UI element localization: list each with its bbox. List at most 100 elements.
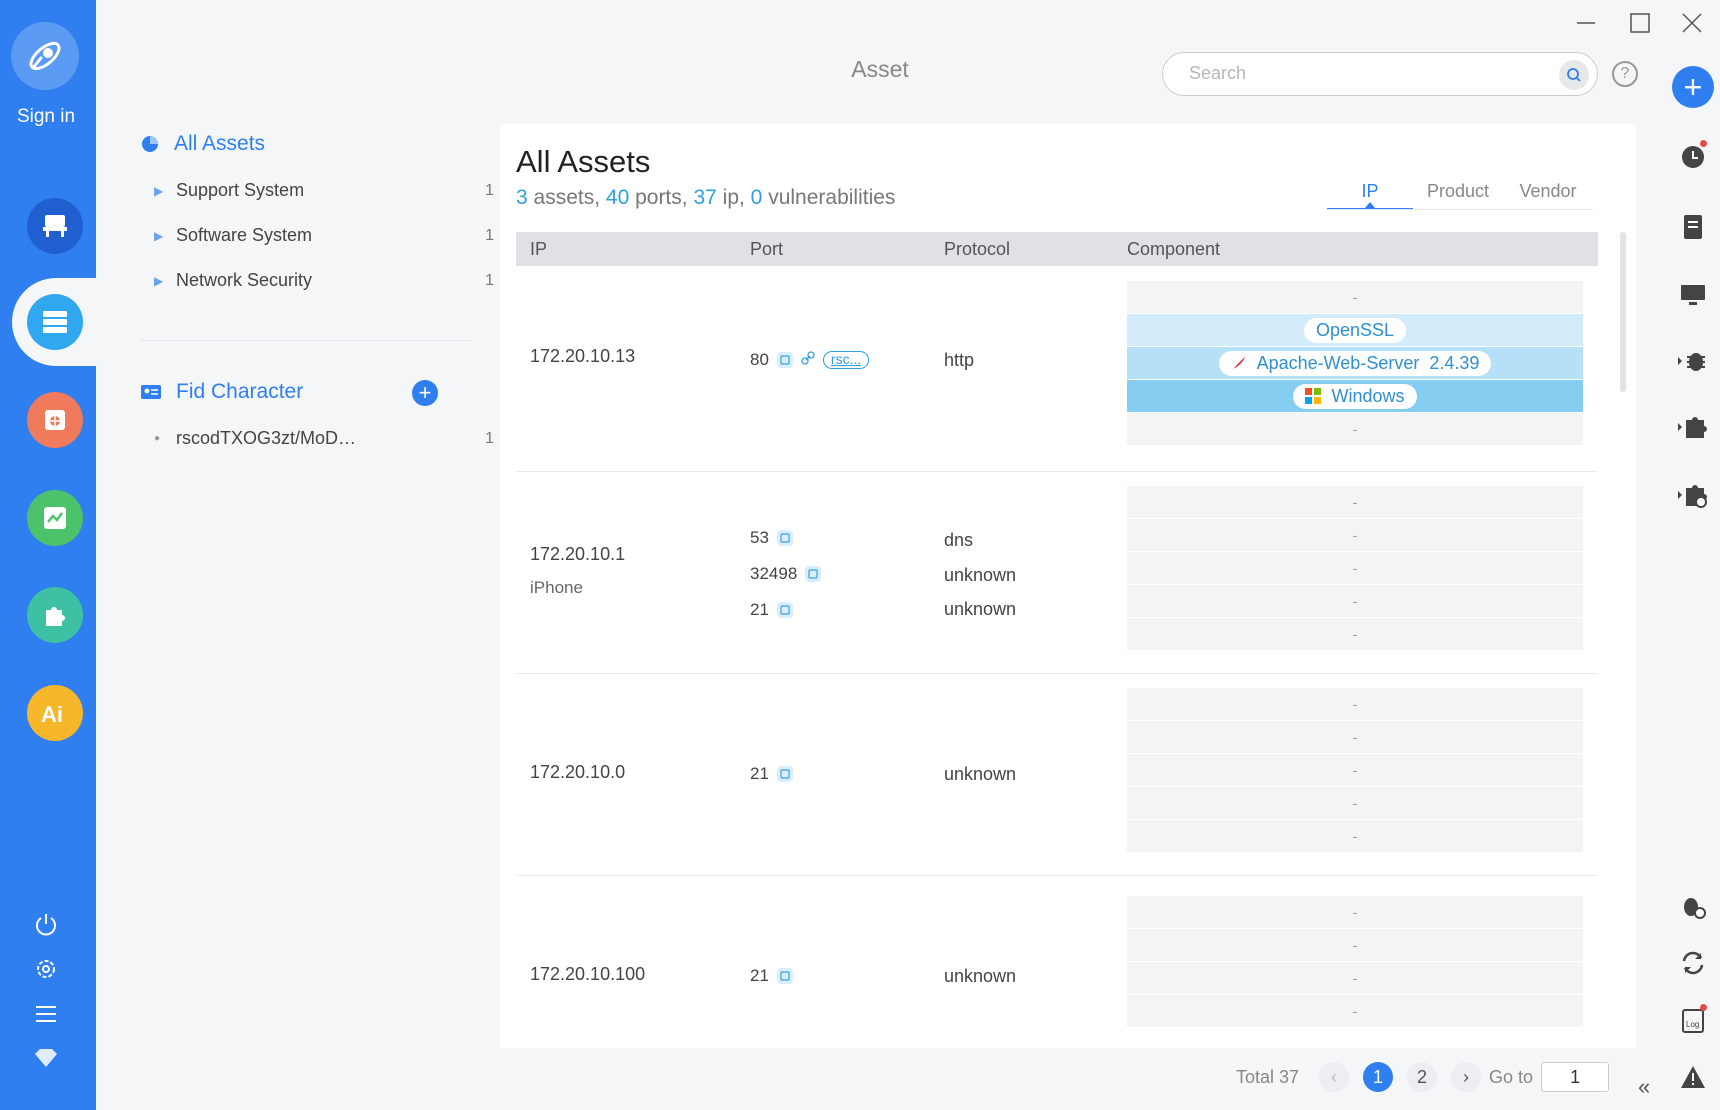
link-icon[interactable] (801, 350, 815, 370)
add-fid-button[interactable]: + (412, 380, 438, 406)
bullet-icon: ● (154, 433, 161, 444)
pie-icon (142, 136, 158, 152)
desk-icon[interactable] (27, 198, 83, 254)
puzzle-icon[interactable] (27, 587, 83, 643)
page-2-button[interactable]: 2 (1407, 1062, 1438, 1092)
next-page-icon[interactable]: › (1451, 1062, 1482, 1092)
history-icon[interactable] (1678, 140, 1708, 172)
refresh-icon[interactable] (1678, 948, 1708, 978)
component-empty: - (1127, 962, 1583, 995)
sidebar-item-label: Support System (176, 180, 305, 200)
component-apache[interactable]: Apache-Web-Server 2.4.39 (1127, 347, 1583, 380)
maximize-icon[interactable] (1620, 8, 1660, 38)
all-assets-nav[interactable]: All Assets (140, 132, 265, 156)
tab-product[interactable]: Product (1413, 178, 1503, 210)
table-scrollbar[interactable] (1620, 232, 1626, 392)
sidebar-item-support-system[interactable]: ▶ Support System 1 (154, 180, 494, 201)
table-row[interactable]: 172.20.10.100 21 unknown - - - - (516, 876, 1598, 1048)
tab-underline (1327, 209, 1593, 210)
component-empty: - (1127, 721, 1583, 754)
collapse-icon[interactable]: « (1638, 1074, 1650, 1100)
bug-icon[interactable] (27, 392, 83, 448)
goto-label: Go to (1489, 1066, 1534, 1087)
svg-text:Log: Log (1686, 1020, 1699, 1029)
diamond-icon[interactable] (24, 1038, 68, 1078)
port-detail-icon[interactable] (776, 968, 793, 984)
fid-item[interactable]: ● rscodTXOG3zt/MoD… 1 (154, 428, 494, 449)
sidebar-item-count: 1 (485, 271, 494, 289)
port-detail-icon[interactable] (776, 766, 793, 782)
plugin-icon[interactable] (1678, 412, 1708, 442)
sidebar-divider (140, 340, 470, 341)
component-pill: OpenSSL (1303, 317, 1407, 343)
bug-tool-icon[interactable] (1678, 346, 1708, 376)
expand-arrow-icon[interactable]: ▶ (154, 274, 176, 288)
stat-ports: 40 (605, 186, 630, 209)
document-icon[interactable] (1678, 212, 1708, 242)
search-icon[interactable] (1559, 60, 1589, 90)
row-ip: 172.20.10.13 (530, 346, 636, 366)
goto-page-input[interactable] (1541, 1062, 1610, 1092)
sidebar-item-label: Network Security (176, 270, 313, 290)
menu-icon[interactable] (24, 994, 68, 1034)
stat-vulns: 0 (750, 186, 763, 209)
component-windows[interactable]: Windows (1127, 380, 1583, 413)
warning-icon[interactable] (1678, 1062, 1708, 1092)
component-name: Windows (1331, 385, 1405, 406)
port-detail-icon[interactable] (805, 566, 822, 582)
page-1-button[interactable]: 1 (1363, 1062, 1394, 1092)
expand-arrow-icon[interactable]: ▶ (154, 229, 176, 243)
feather-icon (1232, 357, 1245, 369)
chart-icon[interactable] (27, 490, 83, 546)
component-openssl[interactable]: OpenSSL (1127, 314, 1583, 347)
view-tabs: IP Product Vendor (1327, 178, 1593, 210)
table-row[interactable]: 172.20.10.1 iPhone 53 dns 32498 unknown … (516, 472, 1598, 674)
stat-assets-label: assets, (527, 186, 606, 209)
left-rail: Sign in Ai (0, 0, 122, 1110)
port-detail-icon[interactable] (776, 352, 793, 368)
table-row[interactable]: 172.20.10.13 80 rsc... http - OpenSSL Ap… (516, 266, 1598, 472)
help-icon[interactable]: ? (1612, 61, 1638, 87)
port-detail-icon[interactable] (776, 530, 793, 546)
expand-arrow-icon[interactable]: ▶ (154, 184, 176, 198)
tab-ip[interactable]: IP (1327, 178, 1413, 210)
search-box[interactable] (1162, 52, 1598, 96)
close-icon[interactable] (1672, 8, 1712, 38)
log-icon[interactable]: Log (1678, 1004, 1708, 1036)
power-icon[interactable] (24, 904, 68, 944)
plugin-settings-icon[interactable] (1678, 480, 1708, 510)
fid-character-nav[interactable]: Fid Character (140, 380, 303, 404)
assets-panel: All Assets 3 assets, 40 ports, 37 ip, 0 … (500, 124, 1636, 1048)
search-input[interactable] (1189, 63, 1519, 84)
svg-text:Ai: Ai (41, 702, 63, 727)
bug-settings-icon[interactable] (1678, 892, 1708, 922)
page-title: Asset (851, 56, 909, 82)
port-entry: 32498 (750, 564, 822, 584)
port-protocol: http (944, 350, 975, 370)
component-empty: - (1127, 929, 1583, 962)
server-icon[interactable] (27, 294, 83, 350)
prev-page-icon[interactable]: ‹ (1319, 1062, 1350, 1092)
add-icon[interactable]: + (1672, 66, 1714, 108)
port-detail-icon[interactable] (776, 602, 793, 618)
stat-ports-label: ports, (629, 186, 694, 209)
sign-in-link[interactable]: Sign in (0, 106, 92, 128)
minimize-icon[interactable] (1566, 8, 1606, 38)
monitor-icon[interactable] (1678, 280, 1708, 310)
sidebar-item-software-system[interactable]: ▶ Software System 1 (154, 225, 494, 246)
port-entry: 80 rsc... (750, 350, 870, 370)
tab-vendor[interactable]: Vendor (1503, 178, 1593, 210)
port-entry: 21 (750, 966, 793, 986)
port-number: 21 (750, 600, 769, 619)
resource-tag[interactable]: rsc... (822, 351, 870, 369)
component-empty: - (1127, 688, 1583, 721)
id-card-icon (141, 385, 161, 399)
ai-icon[interactable]: Ai (27, 685, 83, 741)
sidebar-item-network-security[interactable]: ▶ Network Security 1 (154, 270, 494, 291)
component-empty: - (1127, 754, 1583, 787)
assets-title: All Assets (516, 144, 651, 179)
settings-icon[interactable] (24, 949, 68, 989)
app-logo-icon[interactable] (11, 22, 79, 90)
table-row[interactable]: 172.20.10.0 21 unknown - - - - - (516, 674, 1598, 876)
component-empty: - (1127, 618, 1583, 651)
